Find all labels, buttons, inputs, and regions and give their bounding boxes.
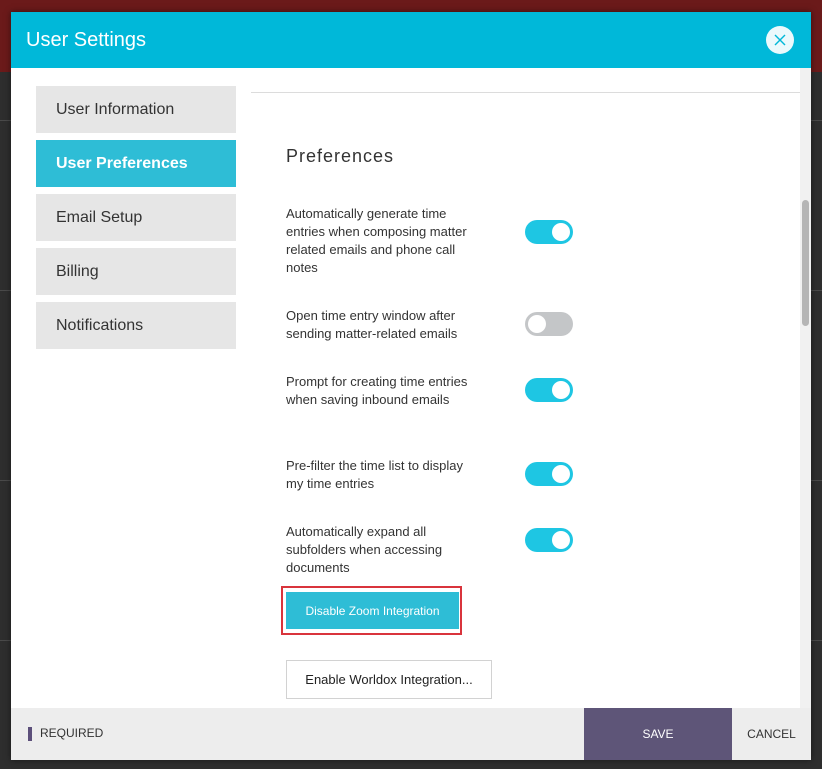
- modal-header: User Settings: [11, 12, 811, 68]
- close-button[interactable]: [766, 26, 794, 54]
- preference-label: Automatically expand all subfolders when…: [286, 524, 443, 575]
- toggle-knob: [528, 315, 546, 333]
- user-settings-modal: User Settings User Information User Pref…: [11, 12, 811, 760]
- required-label: REQUIRED: [40, 726, 104, 740]
- toggle-knob: [552, 465, 570, 483]
- preference-label: Automatically generate time entries when…: [286, 206, 467, 275]
- cancel-button[interactable]: CANCEL: [732, 708, 811, 760]
- modal-title: User Settings: [26, 29, 147, 51]
- preference-toggle[interactable]: [525, 462, 573, 486]
- sidebar-item-email-setup[interactable]: Email Setup: [36, 194, 236, 241]
- settings-sidebar: User Information User Preferences Email …: [36, 86, 236, 356]
- modal-footer: REQUIRED SAVE CANCEL: [11, 708, 811, 760]
- preference-label: Open time entry window after sending mat…: [286, 308, 458, 341]
- enable-worldox-integration-button[interactable]: Enable Worldox Integration...: [286, 660, 492, 699]
- preference-toggle[interactable]: [525, 528, 573, 552]
- sidebar-item-notifications[interactable]: Notifications: [36, 302, 236, 349]
- preference-toggle[interactable]: [525, 220, 573, 244]
- sidebar-item-user-information[interactable]: User Information: [36, 86, 236, 133]
- disable-zoom-integration-button[interactable]: Disable Zoom Integration: [286, 592, 459, 629]
- preference-label: Pre-filter the time list to display my t…: [286, 458, 464, 491]
- preference-toggle[interactable]: [525, 312, 573, 336]
- toggle-knob: [552, 381, 570, 399]
- sidebar-item-user-preferences[interactable]: User Preferences: [36, 140, 236, 187]
- scrollbar-thumb[interactable]: [802, 200, 809, 326]
- content-divider: [251, 92, 803, 93]
- preference-label: Prompt for creating time entries when sa…: [286, 374, 468, 407]
- toggle-knob: [552, 531, 570, 549]
- required-indicator: [28, 727, 32, 741]
- preference-toggle[interactable]: [525, 378, 573, 402]
- save-button[interactable]: SAVE: [584, 708, 732, 760]
- toggle-knob: [552, 223, 570, 241]
- scrollbar-track[interactable]: [800, 68, 811, 708]
- sidebar-item-billing[interactable]: Billing: [36, 248, 236, 295]
- preferences-title: Preferences: [286, 146, 395, 166]
- close-icon: [774, 34, 786, 46]
